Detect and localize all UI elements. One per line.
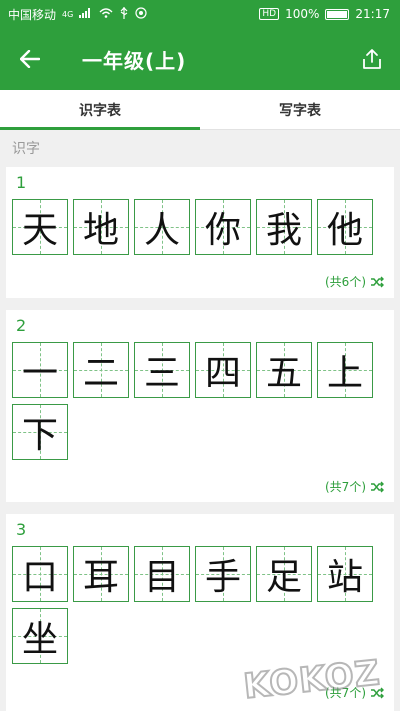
count-label: (共7个) [325,480,366,494]
tab-writing-table[interactable]: 写字表 [200,90,400,129]
section-label: 识字 [12,141,40,157]
count-label: (共6个) [325,275,366,289]
char-cell[interactable]: 你 [195,199,251,255]
char-text: 地 [82,210,119,251]
battery-icon [325,8,350,20]
char-cell[interactable]: 五 [256,342,312,398]
char-text: 目 [143,557,180,598]
group-number: 2 [16,316,27,335]
char-text: 足 [265,557,302,598]
char-text: 站 [326,557,363,598]
char-cell[interactable]: 足 [256,546,312,602]
char-cell[interactable]: 站 [317,546,373,602]
char-cell[interactable]: 口 [12,546,68,602]
hd-badge: HD [259,8,280,20]
back-arrow-icon[interactable] [8,37,52,81]
char-text: 四 [204,353,241,394]
count-shuffle[interactable]: (共6个) [325,273,384,290]
char-group-card: 2 一 二 三 四 五 上 下 (共7个) [6,310,394,502]
page-title: 一年级(上) [82,48,187,73]
char-text: 坐 [21,619,58,660]
char-grid: 天 地 人 你 我 他 [12,199,384,255]
char-text: 人 [143,210,180,251]
tab-bar: 识字表 写字表 [0,90,400,130]
char-cell[interactable]: 耳 [73,546,129,602]
char-cell[interactable]: 手 [195,546,251,602]
char-cell[interactable]: 下 [12,404,68,460]
char-text: 三 [143,353,180,394]
char-cell[interactable]: 目 [134,546,190,602]
usb-icon [119,6,129,22]
char-cell[interactable]: 天 [12,199,68,255]
status-right: HD 100% 21:17 [259,7,390,21]
shuffle-icon[interactable] [370,481,384,493]
toolbar: 一年级(上) [0,28,400,90]
char-text: 二 [82,353,119,394]
char-group-card: 1 天 地 人 你 我 他 (共6个) [6,167,394,298]
network-label: 4G [62,9,74,19]
char-text: 手 [204,557,241,598]
target-icon [135,6,147,22]
char-cell[interactable]: 我 [256,199,312,255]
char-text: 他 [326,210,363,251]
shuffle-icon[interactable] [370,276,384,288]
char-cell[interactable]: 四 [195,342,251,398]
char-grid: 一 二 三 四 五 上 下 [12,342,384,460]
char-cell[interactable]: 二 [73,342,129,398]
status-bar: 中国移动 4G HD 100% 21:17 [0,0,400,28]
char-cell[interactable]: 坐 [12,608,68,664]
char-text: 口 [21,557,58,598]
tab-recognition-table[interactable]: 识字表 [0,90,200,130]
char-cell[interactable]: 上 [317,342,373,398]
status-left: 中国移动 4G [8,6,147,23]
char-text: 我 [265,210,302,251]
char-text: 你 [204,210,241,251]
wifi-icon [99,7,113,21]
char-cell[interactable]: 地 [73,199,129,255]
char-cell[interactable]: 人 [134,199,190,255]
share-icon[interactable] [358,45,386,73]
char-text: 下 [21,415,58,456]
battery-label: 100% [285,7,320,21]
char-text: 五 [265,353,302,394]
char-cell[interactable]: 他 [317,199,373,255]
carrier-label: 中国移动 [8,7,57,22]
group-number: 1 [16,173,27,192]
signal-icon [79,7,93,21]
char-text: 上 [326,353,363,394]
time-label: 21:17 [355,7,390,21]
count-shuffle[interactable]: (共7个) [325,478,384,495]
char-cell[interactable]: 一 [12,342,68,398]
char-cell[interactable]: 三 [134,342,190,398]
char-grid: 口 耳 目 手 足 站 坐 [12,546,384,664]
char-text: 耳 [82,557,119,598]
group-number: 3 [16,520,27,539]
char-text: 一 [21,353,58,394]
char-text: 天 [21,210,58,251]
